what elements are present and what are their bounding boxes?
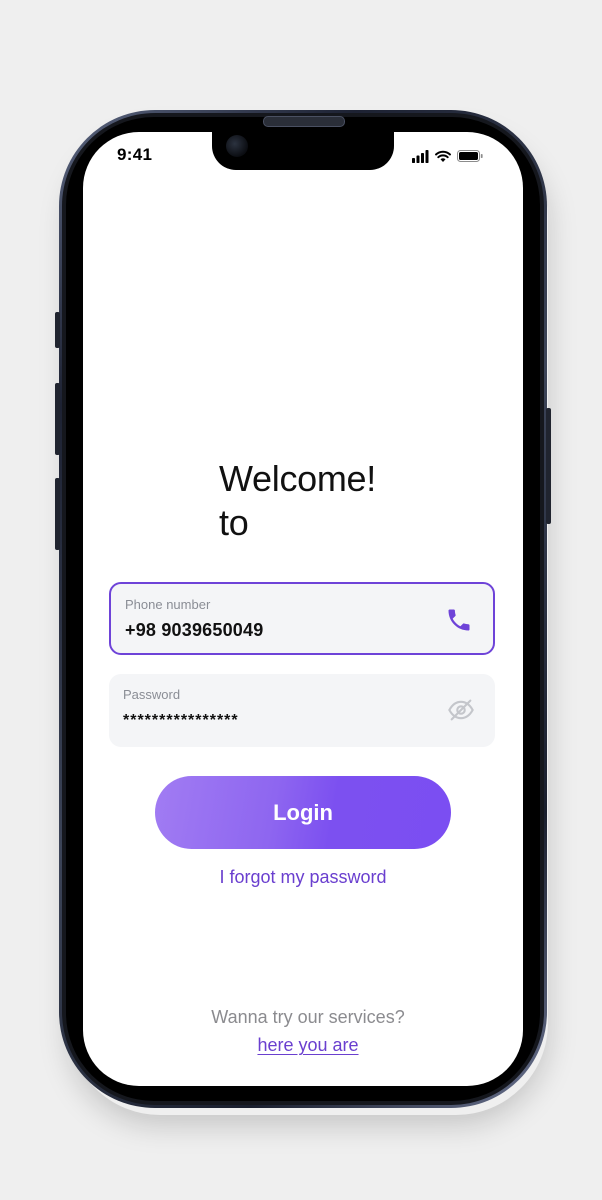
password-field[interactable]: Password **************** — [109, 674, 495, 747]
phone-number-field[interactable]: Phone number +98 9039650049 — [109, 582, 495, 655]
services-link-container: here you are — [150, 1035, 466, 1056]
login-button[interactable]: Login — [155, 776, 451, 849]
phone-icon — [445, 606, 473, 634]
mockup-stage: 9:41 Welcome! to Phone number +98 903965… — [0, 0, 602, 1200]
wifi-icon — [435, 150, 451, 162]
status-icons-svg — [412, 150, 483, 163]
status-icons — [412, 148, 484, 164]
status-time: 9:41 — [117, 145, 153, 164]
phone-number-value[interactable]: +98 9039650049 — [125, 620, 263, 641]
speaker-grille — [263, 116, 345, 127]
here-you-are-link[interactable]: here you are — [257, 1035, 358, 1055]
welcome-heading: Welcome! to — [219, 457, 376, 545]
password-value[interactable]: **************** — [123, 712, 239, 730]
services-prompt: Wanna try our services? — [211, 1007, 405, 1027]
power-button — [546, 408, 551, 524]
password-label: Password — [123, 687, 181, 702]
welcome-line-2: to — [219, 502, 249, 543]
welcome-line-1: Welcome! — [219, 458, 376, 499]
silent-switch — [55, 312, 60, 348]
volume-down-button — [55, 478, 60, 550]
front-camera — [226, 135, 248, 157]
battery-icon — [457, 150, 483, 162]
volume-up-button — [55, 383, 60, 455]
signal-icon — [412, 150, 429, 163]
phone-number-label: Phone number — [125, 597, 211, 612]
eye-off-icon[interactable] — [447, 696, 475, 724]
forgot-password-link[interactable]: I forgot my password — [150, 867, 456, 888]
